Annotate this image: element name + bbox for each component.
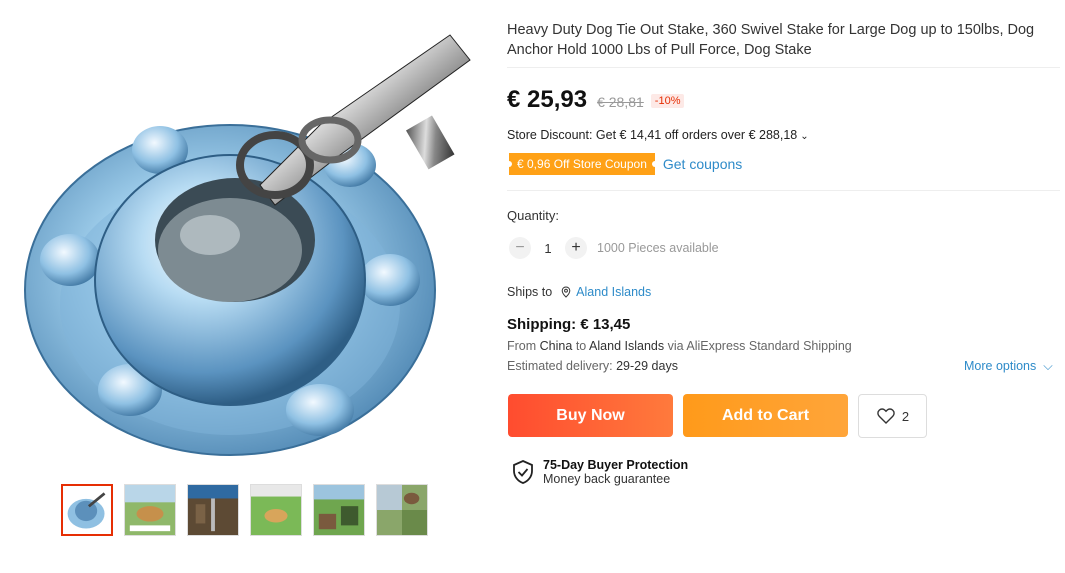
original-price: € 28,81 [597, 94, 644, 110]
quantity-label: Quantity: [507, 208, 560, 223]
increase-quantity-button[interactable]: + [565, 237, 587, 259]
ships-to-label: Ships to [507, 285, 553, 299]
chevron-down-icon: ⌄ [800, 131, 809, 142]
location-pin-icon [561, 286, 571, 298]
product-gallery [0, 0, 490, 573]
to-country: Aland Islands [589, 339, 665, 353]
get-coupons-link[interactable]: Get coupons [663, 156, 742, 172]
wishlist-button[interactable]: 2 [858, 394, 927, 438]
thumbnail-6[interactable] [376, 484, 428, 536]
store-discount[interactable]: Store Discount: Get € 14,41 off orders o… [507, 128, 809, 142]
delivery-days: 29-29 days [616, 359, 678, 373]
to-word: to [575, 339, 587, 353]
store-discount-text: Store Discount: Get € 14,41 off orders o… [507, 128, 798, 142]
thumbnail-1[interactable] [61, 484, 113, 536]
shield-check-icon [513, 460, 533, 484]
thumbnail-4[interactable] [250, 484, 302, 536]
main-product-image[interactable] [20, 15, 480, 465]
more-options-link[interactable]: More options ⌵ [964, 359, 1053, 374]
shipping-price: Shipping: € 13,45 [507, 316, 631, 333]
estimated-delivery: Estimated delivery: 29-29 days [507, 359, 678, 373]
shipping-route: From China to Aland Islands via AliExpre… [507, 339, 852, 353]
buyer-protection-subtitle: Money back guarantee [543, 472, 671, 486]
divider [507, 67, 1060, 68]
quantity-stepper: − 1 + 1000 Pieces available [509, 237, 719, 259]
more-options-label: More options [964, 359, 1037, 373]
coupon-row: € 0,96 Off Store Coupon Get coupons [506, 153, 742, 175]
ships-to-row: Ships to Aland Islands [507, 285, 651, 299]
decrease-quantity-button[interactable]: − [509, 237, 531, 259]
thumbnail-2[interactable] [124, 484, 176, 536]
thumbnail-strip [61, 484, 428, 536]
thumbnail-5[interactable] [313, 484, 365, 536]
thumbnail-3[interactable] [187, 484, 239, 536]
delivery-label: Estimated delivery: [507, 359, 613, 373]
quantity-value[interactable]: 1 [531, 241, 565, 256]
shipping-method: via AliExpress Standard Shipping [667, 339, 852, 353]
add-to-cart-button[interactable]: Add to Cart [683, 394, 848, 437]
wishlist-count: 2 [901, 408, 910, 424]
from-country: China [539, 339, 573, 353]
product-title: Heavy Duty Dog Tie Out Stake, 360 Swivel… [507, 22, 1035, 58]
from-prefix: From [507, 339, 537, 353]
buy-now-button[interactable]: Buy Now [508, 394, 673, 437]
chevron-down-icon: ⌵ [1039, 359, 1053, 373]
store-coupon-badge[interactable]: € 0,96 Off Store Coupon [506, 153, 658, 175]
buyer-protection-title: 75-Day Buyer Protection [543, 458, 689, 472]
pieces-available: 1000 Pieces available [597, 241, 719, 255]
price-row: € 25,93 € 28,81 -10% [507, 86, 685, 114]
discount-badge: -10% [650, 94, 685, 108]
heart-icon [877, 408, 895, 424]
ships-to-destination[interactable]: Aland Islands [576, 285, 651, 299]
divider [507, 190, 1060, 191]
buyer-protection: 75-Day Buyer Protection Money back guara… [512, 458, 688, 486]
current-price: € 25,93 [507, 86, 588, 113]
